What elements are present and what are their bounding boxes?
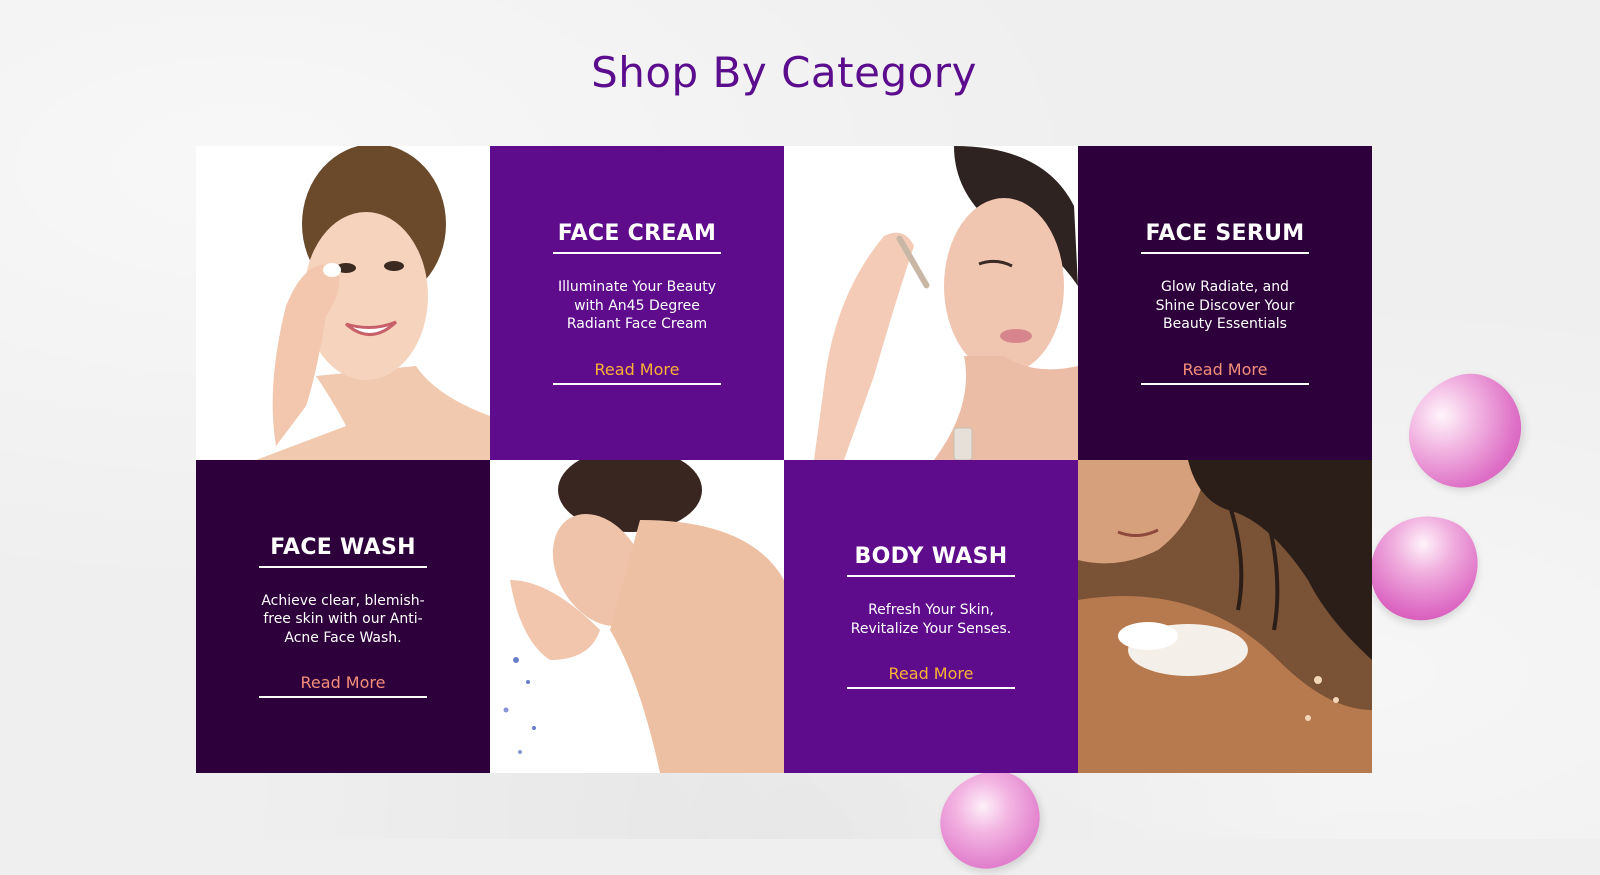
category-card-face-wash: FACE WASH Achieve clear, blemish-free sk… [196, 460, 490, 773]
read-more-link[interactable]: Read More [259, 673, 427, 699]
category-title: FACE SERUM [1141, 221, 1309, 255]
page-title: Shop By Category [591, 48, 977, 97]
category-card-face-cream: FACE CREAM Illuminate Your Beauty with A… [490, 146, 784, 460]
category-grid: FACE CREAM Illuminate Your Beauty with A… [196, 146, 1372, 773]
category-title: FACE WASH [259, 535, 427, 568]
category-title: BODY WASH [847, 544, 1015, 577]
category-title: FACE CREAM [553, 221, 721, 255]
category-description: Glow Radiate, and Shine Discover Your Be… [1155, 279, 1295, 333]
category-card-face-serum: FACE SERUM Glow Radiate, and Shine Disco… [1078, 146, 1372, 460]
woman-body-wash-shoulder-image[interactable] [1078, 460, 1372, 773]
category-description: Achieve clear, blemish-free skin with ou… [261, 592, 425, 646]
read-more-link[interactable]: Read More [847, 664, 1015, 690]
woman-washing-face-image[interactable] [490, 460, 784, 773]
woman-applying-serum-image[interactable] [784, 146, 1078, 460]
category-description: Refresh Your Skin, Revitalize Your Sense… [850, 601, 1012, 637]
category-card-body-wash: BODY WASH Refresh Your Skin, Revitalize … [784, 460, 1078, 773]
category-description: Illuminate Your Beauty with An45 Degree … [557, 279, 717, 333]
read-more-link[interactable]: Read More [1141, 360, 1309, 385]
read-more-link[interactable]: Read More [553, 360, 721, 385]
woman-applying-cream-image[interactable] [196, 146, 490, 460]
